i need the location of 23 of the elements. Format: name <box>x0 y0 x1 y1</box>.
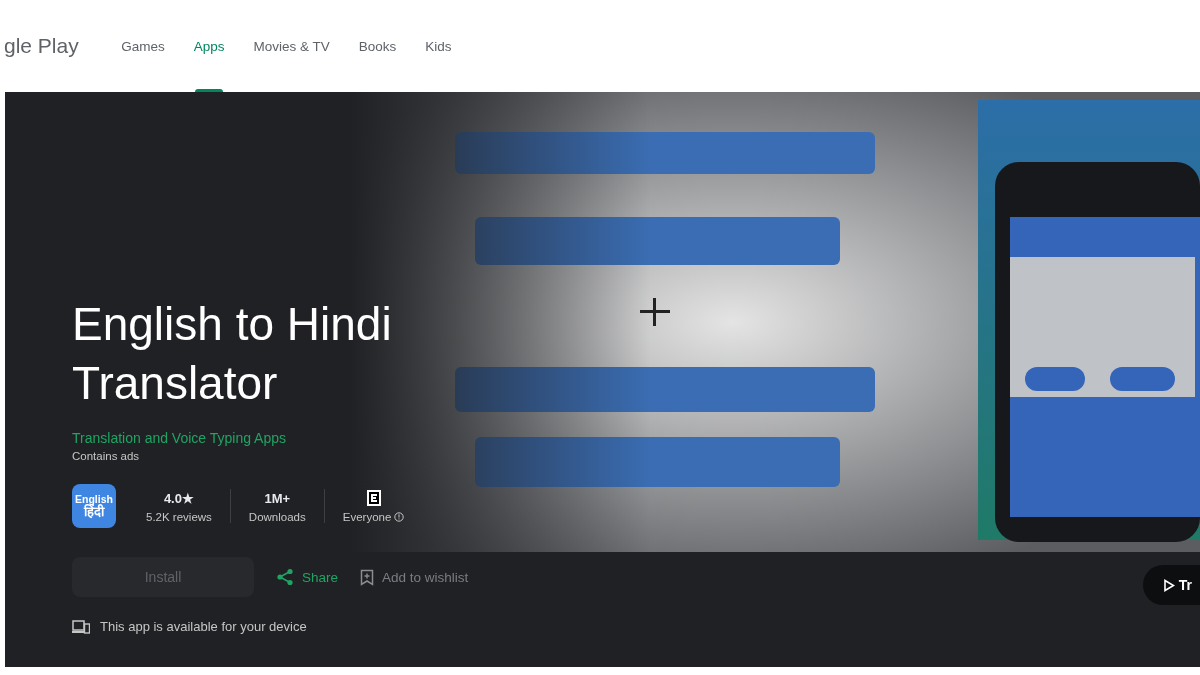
nav-tab[interactable]: Books <box>344 0 411 92</box>
nav-tab[interactable]: Games <box>106 0 180 92</box>
info-icon[interactable] <box>394 512 405 522</box>
app-title: English to Hindi Translator <box>72 297 393 411</box>
nav-tab[interactable]: Movies & TV <box>239 0 345 92</box>
download-count: 1M+ <box>264 489 291 507</box>
stat-caption: 5.2K reviews <box>146 511 212 523</box>
trailer-button[interactable]: Tr <box>1142 565 1200 605</box>
logo-text[interactable]: gle Play <box>4 34 79 58</box>
share-button[interactable]: Share <box>276 568 339 586</box>
rating-value: 4.0★ <box>163 489 194 507</box>
app-icon: English हिंदी <box>72 484 116 528</box>
nav-tab[interactable]: Kids <box>410 0 467 92</box>
ads-note: Contains ads <box>72 450 141 462</box>
bookmark-icon <box>360 568 375 586</box>
nav-tab[interactable]: Apps <box>179 0 239 92</box>
developer-link[interactable]: Translation and Voice Typing Apps <box>72 430 287 446</box>
stat-caption: Everyone <box>342 511 392 523</box>
play-icon <box>1162 578 1175 592</box>
devices-icon <box>72 619 90 634</box>
stat-caption: Downloads <box>248 511 306 523</box>
share-icon <box>276 568 294 586</box>
device-note: This app is available for your device <box>100 619 307 634</box>
